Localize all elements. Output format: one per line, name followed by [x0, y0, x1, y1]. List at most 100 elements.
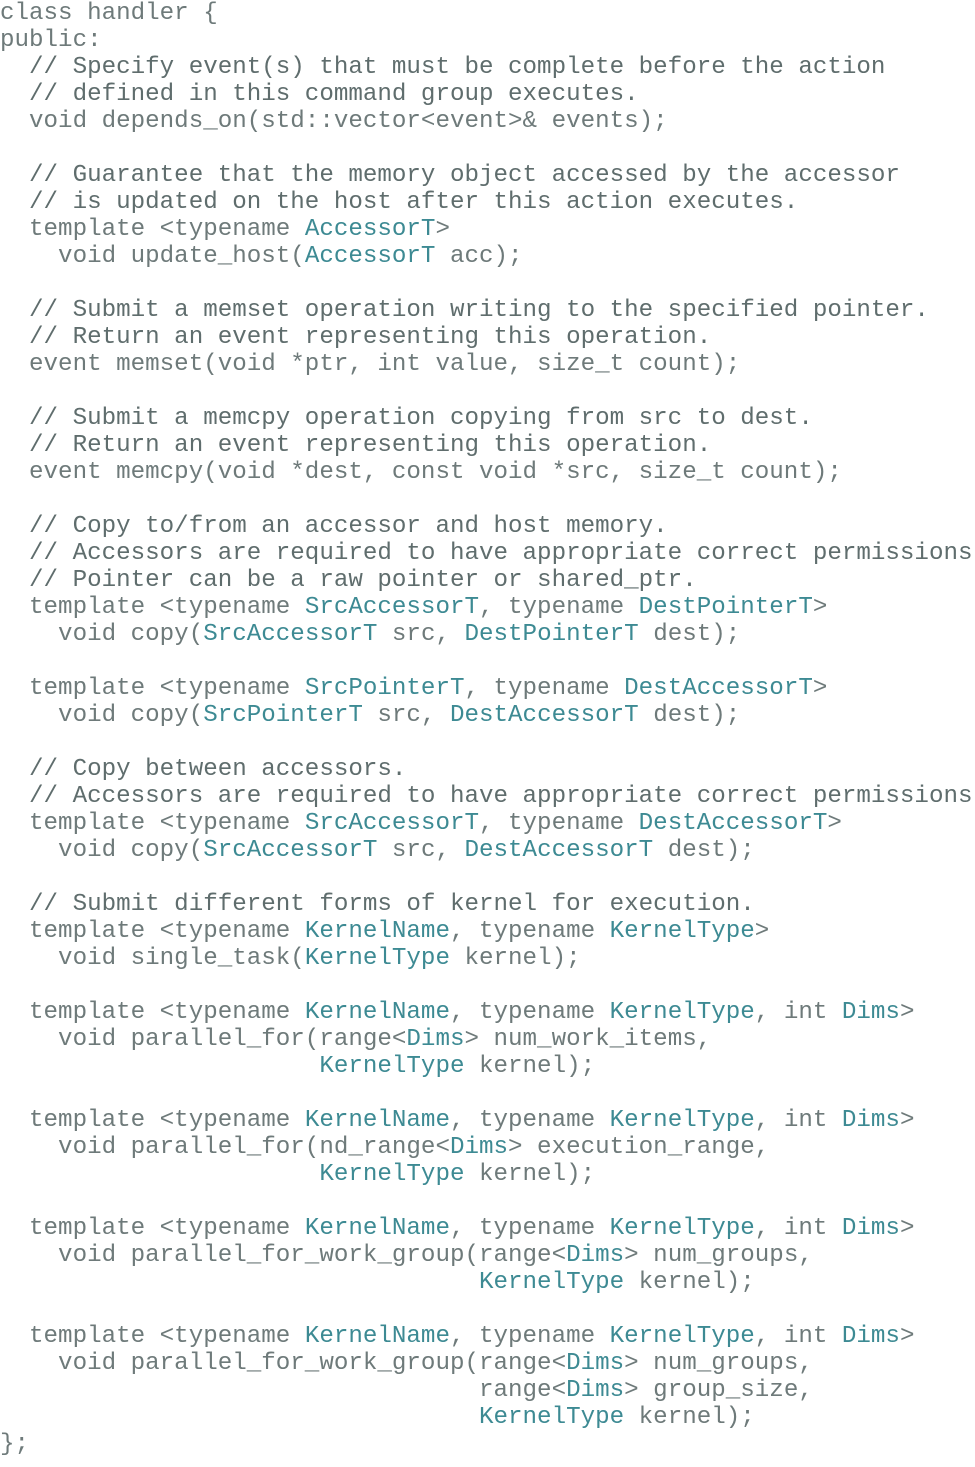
code-token: template <typename [0, 918, 305, 945]
code-token: , typename [479, 810, 639, 837]
code-token: acc); [435, 243, 523, 270]
code-comment: // Accessors are required to have approp… [0, 783, 975, 810]
code-line: // Return an event representing this ope… [0, 324, 975, 351]
code-line: // Submit a memcpy operation copying fro… [0, 405, 975, 432]
code-type-name: DestPointerT [464, 621, 639, 648]
code-type-name: SrcAccessorT [304, 810, 479, 837]
code-line: // Accessors are required to have approp… [0, 783, 975, 810]
code-token: template <typename [0, 1323, 305, 1350]
code-token: > num_work_items, [464, 1026, 712, 1053]
code-line: event memcpy(void *dest, const void *src… [0, 459, 975, 486]
code-line: template <typename SrcPointerT, typename… [0, 675, 975, 702]
code-type-name: KernelName [304, 999, 450, 1026]
code-type-name: KernelType [609, 918, 755, 945]
code-line: KernelType kernel); [0, 1161, 975, 1188]
code-line: void copy(SrcAccessorT src, DestAccessor… [0, 837, 975, 864]
code-line: template <typename KernelName, typename … [0, 1215, 975, 1242]
code-token: void parallel_for(nd_range< [0, 1134, 450, 1161]
code-token: void copy( [0, 702, 204, 729]
code-comment: // Return an event representing this ope… [0, 324, 712, 351]
code-line: KernelType kernel); [0, 1269, 975, 1296]
code-token: > execution_range, [508, 1134, 770, 1161]
code-token: , typename [449, 1323, 610, 1350]
code-type-name: Dims [841, 1107, 900, 1134]
code-line: void copy(SrcAccessorT src, DestPointerT… [0, 621, 975, 648]
code-comment: // Accessors are required to have approp… [0, 540, 975, 567]
code-token: dest); [638, 621, 741, 648]
code-token: > num_groups, [624, 1350, 813, 1377]
code-token: void parallel_for_work_group(range< [0, 1242, 567, 1269]
code-token: , typename [464, 675, 625, 702]
code-type-name: Dims [841, 1323, 900, 1350]
code-token: > [812, 675, 828, 702]
code-type-name: KernelType [319, 1161, 465, 1188]
code-token: kernel); [449, 945, 581, 972]
code-token: > group_size, [624, 1377, 813, 1404]
code-line: void copy(SrcPointerT src, DestAccessorT… [0, 702, 975, 729]
code-token: dest); [638, 702, 741, 729]
code-token: > [754, 918, 770, 945]
code-type-name: KernelType [609, 1215, 755, 1242]
code-line: // Copy between accessors. [0, 756, 975, 783]
code-token: > [812, 594, 828, 621]
code-token: template <typename [0, 1215, 305, 1242]
code-token: void parallel_for_work_group(range< [0, 1350, 567, 1377]
code-token: > [899, 1107, 915, 1134]
code-line: void single_task(KernelType kernel); [0, 945, 975, 972]
code-token: , int [754, 1215, 842, 1242]
code-line: // Pointer can be a raw pointer or share… [0, 567, 975, 594]
code-line: // Copy to/from an accessor and host mem… [0, 513, 975, 540]
code-token: , typename [449, 999, 610, 1026]
code-type-name: KernelType [609, 1107, 755, 1134]
code-token: , int [754, 1323, 842, 1350]
code-comment: // Pointer can be a raw pointer or share… [0, 567, 697, 594]
code-token: , typename [449, 1107, 610, 1134]
code-token: kernel); [624, 1269, 755, 1296]
code-token: template <typename [0, 810, 305, 837]
code-type-name: KernelName [304, 1323, 450, 1350]
code-comment: // defined in this command group execute… [0, 81, 639, 108]
code-comment: // Submit a memset operation writing to … [0, 297, 929, 324]
code-line: // Submit different forms of kernel for … [0, 891, 975, 918]
code-token: void depends_on(std::vector<event>& even… [0, 108, 668, 135]
code-type-name: AccessorT [304, 216, 436, 243]
code-token: src, [377, 837, 465, 864]
code-type-name: AccessorT [304, 243, 436, 270]
code-token: void copy( [0, 837, 204, 864]
code-type-name: SrcPointerT [203, 702, 363, 729]
code-token: template <typename [0, 216, 305, 243]
code-token: , int [754, 1107, 842, 1134]
code-type-name: Dims [841, 1215, 900, 1242]
code-token: void single_task( [0, 945, 305, 972]
code-token: }; [0, 1431, 30, 1458]
code-line: // Submit a memset operation writing to … [0, 297, 975, 324]
code-type-name: SrcAccessorT [203, 621, 378, 648]
code-type-name: Dims [566, 1242, 625, 1269]
code-type-name: KernelName [304, 1107, 450, 1134]
code-comment: // is updated on the host after this act… [0, 189, 799, 216]
code-comment: // Copy to/from an accessor and host mem… [0, 513, 668, 540]
code-comment: // Specify event(s) that must be complet… [0, 54, 886, 81]
code-token: kernel); [464, 1161, 596, 1188]
code-comment: // Submit different forms of kernel for … [0, 891, 755, 918]
code-token: > [899, 1215, 915, 1242]
code-type-name: KernelType [609, 1323, 755, 1350]
code-line: KernelType kernel); [0, 1053, 975, 1080]
code-token: > [899, 999, 915, 1026]
code-line: range<Dims> group_size, [0, 1377, 975, 1404]
code-line: void parallel_for(range<Dims> num_work_i… [0, 1026, 975, 1053]
code-comment: // Copy between accessors. [0, 756, 407, 783]
code-line: event memset(void *ptr, int value, size_… [0, 351, 975, 378]
code-line: // Guarantee that the memory object acce… [0, 162, 975, 189]
code-token: class handler { [0, 0, 218, 27]
code-token: event memset(void *ptr, int value, size_… [0, 351, 741, 378]
code-type-name: KernelType [609, 999, 755, 1026]
code-type-name: KernelType [479, 1269, 625, 1296]
code-token: template <typename [0, 594, 305, 621]
